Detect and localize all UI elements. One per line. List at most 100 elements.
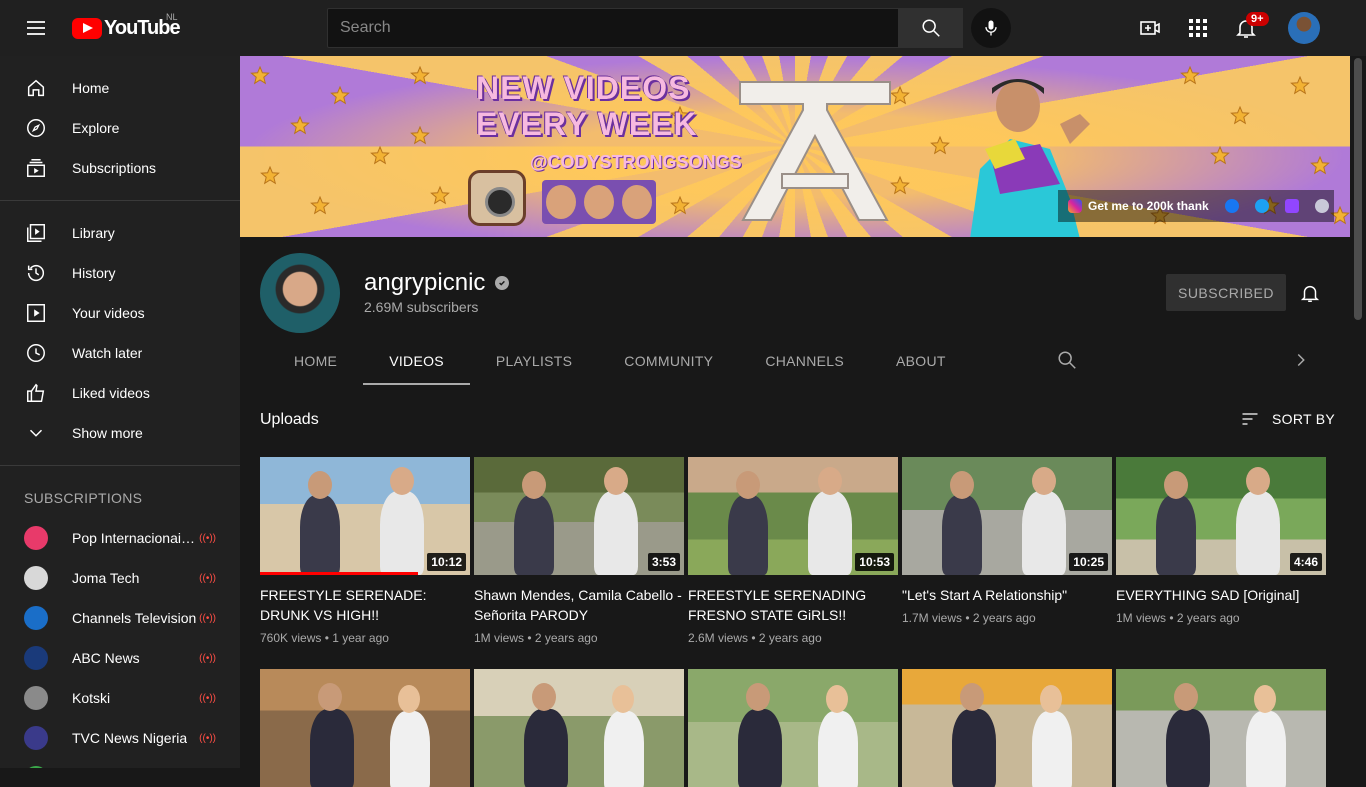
video-card[interactable] (260, 669, 470, 787)
video-thumbnail[interactable]: 3:53 (474, 457, 684, 575)
sidebar-item-subscriptions[interactable]: Subscriptions (0, 148, 240, 188)
video-title[interactable]: EVERYTHING SAD [Original] (1116, 585, 1326, 605)
channel-search-button[interactable] (1056, 349, 1080, 373)
video-title[interactable]: Shawn Mendes, Camila Cabello - Señorita … (474, 585, 684, 625)
notifications-button[interactable]: 9+ (1226, 8, 1269, 48)
create-button[interactable] (1130, 8, 1170, 48)
subscriptions-icon (27, 159, 45, 177)
sort-by-button[interactable]: SORT BY (1240, 409, 1335, 429)
sidebar-item-liked-videos[interactable]: Liked videos (0, 373, 240, 413)
video-card[interactable]: 10:12 FREESTYLE SERENADE: DRUNK VS HIGH!!… (260, 457, 470, 645)
subscription-label: ABC News (72, 650, 140, 666)
video-age: 2 years ago (534, 631, 598, 645)
sidebar-subscription-item[interactable]: TVC News Nigeria ((•)) (0, 718, 240, 758)
subscription-avatar (24, 726, 48, 750)
sidebar-item-library[interactable]: Library (0, 213, 240, 253)
banner-handle: @CODYSTRONGSONGS (530, 152, 742, 172)
video-card[interactable]: 4:46 EVERYTHING SAD [Original] 1M views • … (1116, 457, 1326, 645)
channel-avatar[interactable] (260, 253, 340, 333)
sidebar-item-home[interactable]: Home (0, 68, 240, 108)
sidebar-subscription-item[interactable]: Channels Television ((•)) (0, 598, 240, 638)
meta-separator: • (524, 631, 535, 645)
star-shape (670, 195, 690, 215)
tab-about[interactable]: ABOUT (870, 337, 972, 385)
video-thumbnail[interactable]: 10:12 (260, 457, 470, 575)
tab-playlists[interactable]: PLAYLISTS (470, 337, 598, 385)
video-views: 1M views (474, 631, 525, 645)
voice-search-button[interactable] (971, 8, 1011, 48)
account-avatar[interactable] (1288, 12, 1320, 44)
menu-button[interactable] (16, 8, 56, 48)
notification-bell-button[interactable] (1294, 277, 1326, 309)
twitter-icon[interactable] (1254, 199, 1269, 213)
video-card[interactable] (688, 669, 898, 787)
scrollbar-thumb[interactable] (1354, 58, 1362, 320)
facebook-icon[interactable] (1224, 199, 1239, 213)
apps-button[interactable] (1178, 8, 1218, 48)
video-thumbnail[interactable] (902, 669, 1112, 787)
sidebar-subscription-item[interactable]: Pop Internacionais... ((•)) (0, 518, 240, 558)
youtube-play-icon (72, 17, 102, 39)
video-duration: 10:12 (427, 553, 466, 571)
verified-check-icon (495, 276, 510, 290)
twitch-icon[interactable] (1284, 199, 1299, 213)
sidebar-item-history[interactable]: History (0, 253, 240, 293)
tab-channels[interactable]: CHANNELS (739, 337, 870, 385)
instagram-logo-icon (468, 170, 526, 226)
video-card[interactable]: 10:53 FREESTYLE SERENADING FRESNO STATE G… (688, 457, 898, 645)
sidebar-subscription-item[interactable]: Joma Tech ((•)) (0, 558, 240, 598)
star-shape (1230, 105, 1250, 125)
video-thumbnail[interactable]: 4:46 (1116, 457, 1326, 575)
video-thumbnail[interactable] (688, 669, 898, 787)
sidebar-item-watch-later[interactable]: Watch later (0, 333, 240, 373)
sidebar-item-explore[interactable]: Explore (0, 108, 240, 148)
subscribed-button[interactable]: SUBSCRIBED (1166, 274, 1286, 311)
channel-name-row: angrypicnic (364, 269, 510, 297)
microphone-icon (985, 20, 997, 36)
sidebar-item-label: Your videos (72, 305, 145, 321)
youtube-logo[interactable]: YouTube NL (72, 12, 181, 40)
video-title[interactable]: FREESTYLE SERENADING FRESNO STATE GiRLS!… (688, 585, 898, 625)
top-bar: YouTube NL 9+ (0, 0, 1366, 56)
video-views: 1M views (1116, 611, 1167, 625)
banner-link-text[interactable]: Get me to 200k thank (1088, 199, 1209, 213)
search-button[interactable] (899, 8, 963, 48)
video-meta: 1.7M views • 2 years ago (902, 611, 1112, 625)
tab-home[interactable]: HOME (268, 337, 363, 385)
video-thumbnail[interactable]: 10:53 (688, 457, 898, 575)
video-card[interactable] (474, 669, 684, 787)
channel-tabs: HOME VIDEOS PLAYLISTS COMMUNITY CHANNELS ABOU… (268, 337, 972, 385)
sidebar-subscription-item[interactable]: ABC News ((•)) (0, 638, 240, 678)
sidebar-subscription-item[interactable]: THE WILD ELEPHA... (0, 758, 240, 768)
video-thumbnail[interactable] (260, 669, 470, 787)
video-thumbnail[interactable] (1116, 669, 1326, 787)
subscription-label: Pop Internacionais... (72, 530, 200, 546)
search-input[interactable] (328, 9, 898, 47)
video-card[interactable]: 10:25 "Let's Start A Relationship" 1.7M vi… (902, 457, 1112, 645)
video-duration: 10:53 (855, 553, 894, 571)
page-scrollbar[interactable] (1350, 56, 1366, 768)
video-thumbnail[interactable]: 10:25 (902, 457, 1112, 575)
video-card[interactable]: 3:53 Shawn Mendes, Camila Cabello - Señor… (474, 457, 684, 645)
tab-videos[interactable]: VIDEOS (363, 337, 470, 385)
video-title[interactable]: FREESTYLE SERENADE: DRUNK VS HIGH!! (260, 585, 470, 625)
video-card[interactable] (1116, 669, 1326, 787)
sidebar-subscription-item[interactable]: Kotski ((•)) (0, 678, 240, 718)
tabs-next-button[interactable] (1290, 349, 1314, 373)
sidebar-divider (0, 465, 240, 466)
tab-community[interactable]: COMMUNITY (598, 337, 739, 385)
website-icon[interactable] (1314, 199, 1329, 213)
sidebar: Home Explore Subscriptions Library Histo… (0, 56, 240, 768)
sidebar-item-your-videos[interactable]: Your videos (0, 293, 240, 333)
meta-separator: • (321, 631, 333, 645)
banner-title-line: EVERY WEEK (476, 106, 698, 142)
video-thumbnail[interactable] (474, 669, 684, 787)
sidebar-show-more[interactable]: Show more (0, 413, 240, 453)
video-title[interactable]: "Let's Start A Relationship" (902, 585, 1112, 605)
subscription-label: Kotski (72, 690, 111, 706)
video-card[interactable] (902, 669, 1112, 787)
instagram-icon[interactable] (1068, 199, 1082, 213)
library-icon (27, 224, 45, 242)
uploads-title[interactable]: Uploads (260, 411, 319, 429)
subscription-avatar (24, 606, 48, 630)
